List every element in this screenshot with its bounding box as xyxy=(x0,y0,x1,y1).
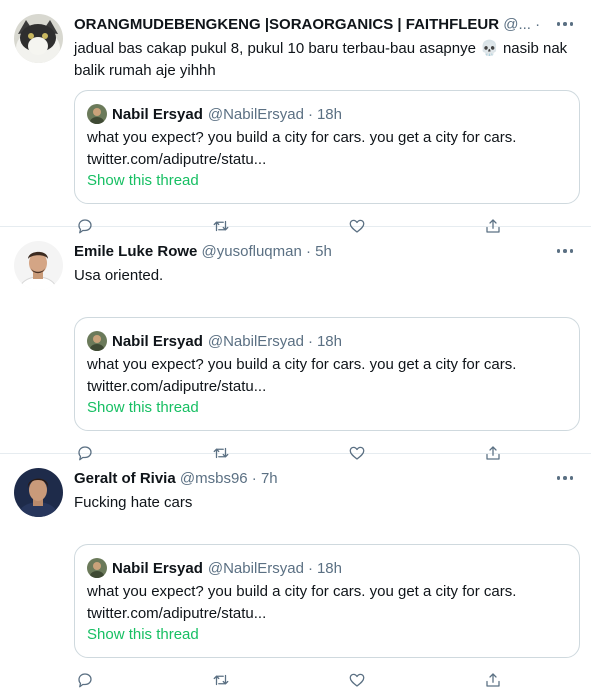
author-handle[interactable]: @yusofluqman xyxy=(202,243,302,260)
quoted-avatar xyxy=(87,331,107,351)
more-options-icon[interactable] xyxy=(553,468,577,488)
tweet[interactable]: ORANGMUDEBENGKENG |SORAORGANICS | FAITHF… xyxy=(0,0,591,234)
show-thread-link[interactable]: Show this thread xyxy=(87,172,199,189)
reply-icon[interactable] xyxy=(74,669,96,691)
tweet-text: Fucking hate cars xyxy=(74,494,193,511)
quoted-text: what you expect? you build a city for ca… xyxy=(87,356,517,373)
dot-separator: · xyxy=(251,470,257,487)
person-avatar[interactable] xyxy=(14,241,63,290)
quoted-tweet[interactable]: Nabil Ersyad @NabilErsyad · 18h what you… xyxy=(74,544,580,658)
tweet-time[interactable]: 7h xyxy=(261,470,278,487)
tweet-text: jadual bas cakap pukul 8, pukul 10 baru … xyxy=(74,40,568,79)
person-avatar[interactable] xyxy=(14,468,63,517)
quoted-avatar xyxy=(87,558,107,578)
quoted-time: 18h xyxy=(316,332,342,350)
author-name[interactable]: Emile Luke Rowe xyxy=(74,243,197,260)
tweet-header: Geralt of Rivia @msbs96 · 7h xyxy=(74,469,544,489)
cat-avatar[interactable] xyxy=(14,14,63,63)
tweet-header: Emile Luke Rowe @yusofluqman · 5h xyxy=(74,242,544,262)
dot-separator: · xyxy=(535,16,541,33)
quoted-link[interactable]: twitter.com/adiputre/statu... xyxy=(87,603,567,625)
quoted-link[interactable]: twitter.com/adiputre/statu... xyxy=(87,376,567,398)
tweet-feed: ORANGMUDEBENGKENG |SORAORGANICS | FAITHF… xyxy=(0,0,591,688)
tweet[interactable]: Geralt of Rivia @msbs96 · 7h Fucking hat… xyxy=(0,454,591,688)
dot-separator: · xyxy=(307,105,313,123)
quoted-tweet[interactable]: Nabil Ersyad @NabilErsyad · 18h what you… xyxy=(74,90,580,204)
dot-separator: · xyxy=(306,243,311,260)
tweet[interactable]: Emile Luke Rowe @yusofluqman · 5h Usa or… xyxy=(0,227,591,461)
quoted-avatar xyxy=(87,104,107,124)
quoted-tweet[interactable]: Nabil Ersyad @NabilErsyad · 18h what you… xyxy=(74,317,580,431)
show-thread-link[interactable]: Show this thread xyxy=(87,399,199,416)
show-thread-link[interactable]: Show this thread xyxy=(87,626,199,643)
tweet-time[interactable]: 5h xyxy=(315,243,332,260)
quoted-text: what you expect? you build a city for ca… xyxy=(87,583,517,600)
share-icon[interactable] xyxy=(482,669,504,691)
tweet-header: ORANGMUDEBENGKENG |SORAORGANICS | FAITHF… xyxy=(74,15,544,35)
quoted-author-handle: @NabilErsyad xyxy=(207,559,304,577)
author-handle[interactable]: @... xyxy=(503,16,531,33)
tweet-actions xyxy=(74,669,504,691)
more-options-icon[interactable] xyxy=(553,241,577,261)
quoted-time: 18h xyxy=(316,559,342,577)
author-name[interactable]: ORANGMUDEBENGKENG |SORAORGANICS | FAITHF… xyxy=(74,16,499,33)
more-options-icon[interactable] xyxy=(553,14,577,34)
quoted-text: what you expect? you build a city for ca… xyxy=(87,129,517,146)
quoted-author-handle: @NabilErsyad xyxy=(207,332,304,350)
author-handle[interactable]: @msbs96 xyxy=(180,470,248,487)
quoted-author-name: Nabil Ersyad xyxy=(112,559,203,577)
dot-separator: · xyxy=(307,332,313,350)
quoted-link[interactable]: twitter.com/adiputre/statu... xyxy=(87,149,567,171)
like-icon[interactable] xyxy=(346,669,368,691)
retweet-icon[interactable] xyxy=(210,669,232,691)
quoted-author-name: Nabil Ersyad xyxy=(112,332,203,350)
quoted-time: 18h xyxy=(316,105,342,123)
quoted-author-name: Nabil Ersyad xyxy=(112,105,203,123)
tweet-text: Usa oriented. xyxy=(74,267,164,284)
quoted-author-handle: @NabilErsyad xyxy=(207,105,304,123)
dot-separator: · xyxy=(307,559,313,577)
author-name[interactable]: Geralt of Rivia xyxy=(74,470,176,487)
